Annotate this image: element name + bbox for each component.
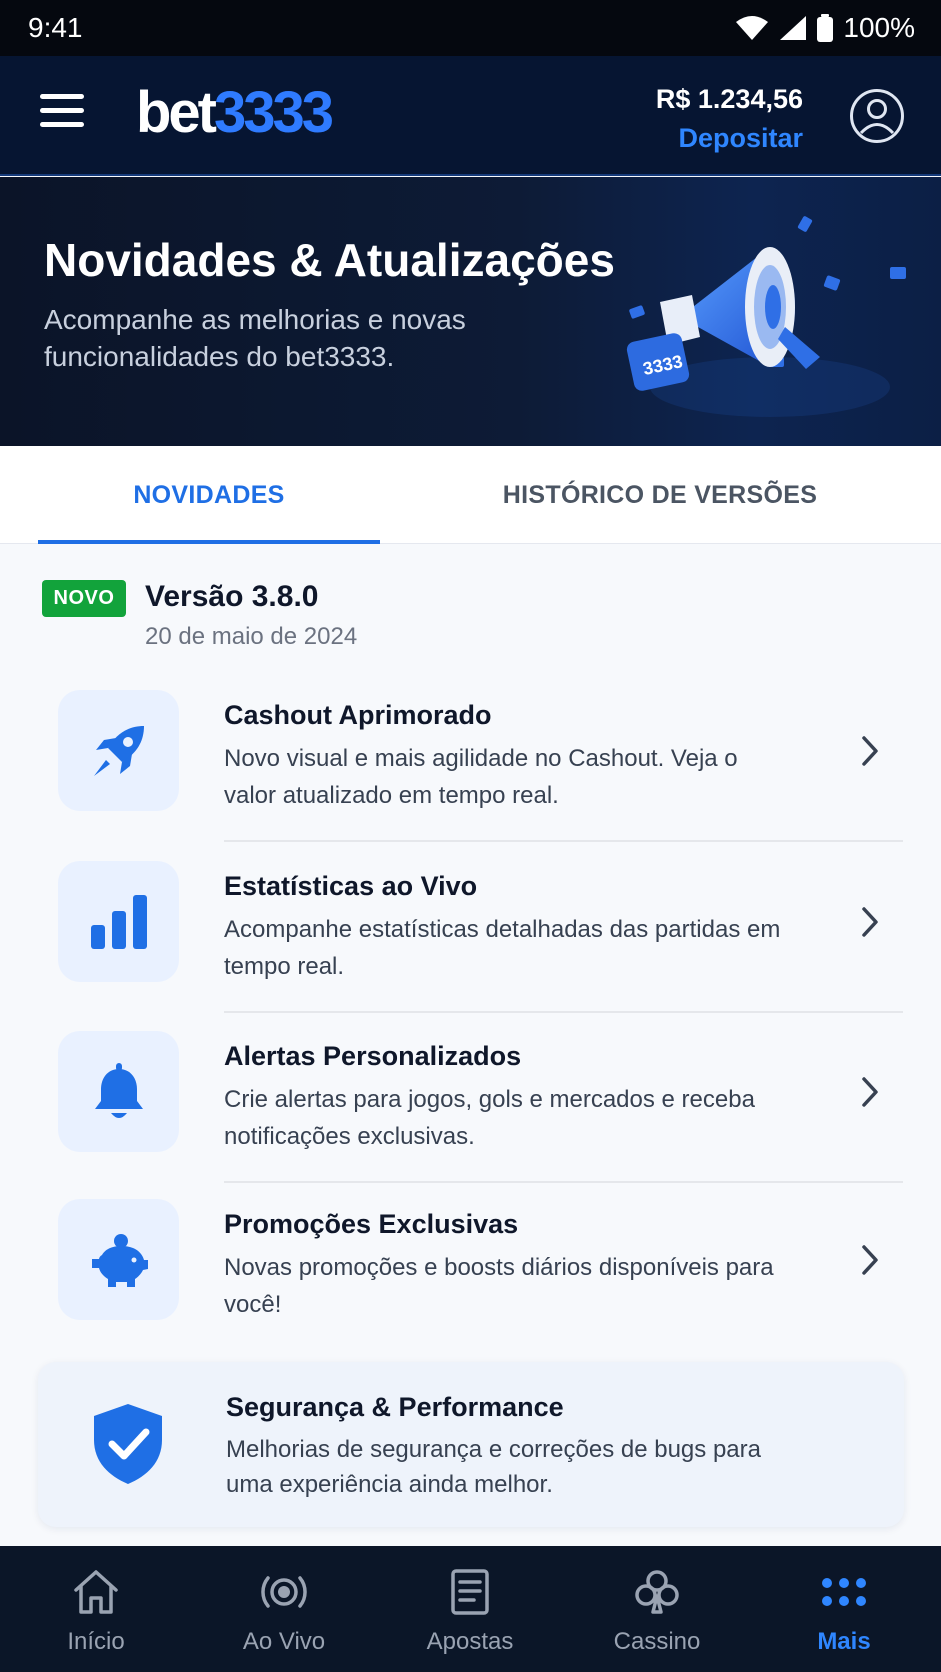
version-date: 20 de maio de 2024	[145, 623, 358, 650]
nav-label: Apostas	[426, 1628, 514, 1655]
tab-novidades[interactable]: NOVIDADES	[38, 446, 380, 544]
nav-item-apostas[interactable]: Apostas	[376, 1546, 564, 1672]
piggy-bank-icon	[91, 1233, 148, 1287]
bets-icon	[451, 1569, 489, 1615]
nav-item-mais[interactable]: Mais	[750, 1546, 938, 1672]
megaphone-illustration: 3333	[626, 216, 906, 417]
bar-chart-icon	[90, 894, 147, 949]
balance-amount: R$ 1.234,56	[655, 84, 803, 114]
divider	[224, 1011, 903, 1013]
page-title: Novidades & Atualizações	[44, 234, 615, 286]
feature-item-promocoes[interactable]: Promoções Exclusivas Novas promoções e b…	[0, 1199, 941, 1369]
nav-item-ao-vivo[interactable]: Ao Vivo	[190, 1546, 378, 1672]
security-title: Segurança & Performance	[226, 1392, 564, 1422]
feature-icon-box	[58, 690, 179, 811]
battery-level: 100%	[843, 12, 915, 43]
feature-description: Crie alertas para jogos, gols e mercados…	[224, 1086, 755, 1150]
feature-title: Alertas Personalizados	[224, 1041, 522, 1071]
chevron-right-icon	[862, 736, 878, 766]
signal-icon	[780, 16, 807, 40]
feature-description: Novo visual e mais agilidade no Cashout.…	[224, 745, 738, 809]
feature-item-cashout[interactable]: Cashout Aprimorado Novo visual e mais ag…	[0, 690, 941, 860]
status-time: 9:41	[28, 12, 83, 43]
app-header: bet3333 R$ 1.234,56 Depositar	[0, 56, 941, 176]
page-subtitle: Acompanhe as melhorias e novas funcional…	[44, 304, 466, 372]
bell-icon	[94, 1062, 143, 1118]
new-badge: NOVO	[42, 580, 126, 617]
divider	[224, 840, 903, 842]
feature-description: Novas promoções e boosts diários disponí…	[224, 1254, 774, 1318]
chevron-right-icon	[862, 1245, 878, 1275]
shield-check-icon	[94, 1404, 162, 1484]
hero-banner: Novidades & Atualizações Acompanhe as me…	[0, 177, 941, 446]
hamburger-menu-icon[interactable]	[40, 94, 84, 134]
nav-label: Ao Vivo	[242, 1628, 326, 1655]
rocket-icon	[93, 725, 144, 776]
security-description: Melhorias de segurança e correções de bu…	[226, 1436, 761, 1498]
feature-title: Estatísticas ao Vivo	[224, 871, 478, 901]
tab-historico-versoes[interactable]: HISTÓRICO DE VERSÕES	[470, 446, 850, 544]
chevron-right-icon	[862, 907, 878, 937]
feature-title: Cashout Aprimorado	[224, 700, 492, 730]
status-icons: 100%	[735, 12, 915, 44]
wifi-icon	[736, 16, 769, 40]
club-icon	[635, 1570, 679, 1614]
user-profile-icon[interactable]	[849, 88, 905, 144]
feature-description: Acompanhe estatísticas detalhadas das pa…	[224, 916, 781, 980]
chevron-right-icon	[862, 1077, 878, 1107]
tab-bar: NOVIDADES HISTÓRICO DE VERSÕES	[0, 446, 941, 544]
feature-title: Promoções Exclusivas	[224, 1209, 519, 1239]
status-bar: 9:41 100%	[0, 0, 941, 56]
nav-label: Cassino	[613, 1628, 701, 1655]
more-icon	[822, 1578, 866, 1606]
feature-icon-box	[58, 861, 179, 982]
feature-icon-box	[58, 1031, 179, 1152]
feature-item-estatisticas[interactable]: Estatísticas ao Vivo Acompanhe estatísti…	[0, 861, 941, 1031]
live-icon	[261, 1576, 307, 1608]
security-performance-card: Segurança & Performance Melhorias de seg…	[38, 1362, 904, 1527]
nav-item-cassino[interactable]: Cassino	[563, 1546, 751, 1672]
brand-logo[interactable]: bet3333	[136, 84, 334, 142]
nav-label: Início	[67, 1628, 125, 1655]
balance-area: R$ 1.234,56 Depositar	[656, 84, 803, 154]
feature-icon-box	[58, 1199, 179, 1320]
feature-item-alertas[interactable]: Alertas Personalizados Crie alertas para…	[0, 1031, 941, 1201]
version-title: Versão 3.8.0	[145, 580, 319, 613]
battery-icon	[817, 14, 834, 42]
nav-label: Mais	[817, 1628, 871, 1655]
deposit-link[interactable]: Depositar	[656, 123, 803, 154]
bottom-navigation: Início Ao Vivo Apostas Cassino Mais	[0, 1546, 941, 1672]
divider	[224, 1181, 903, 1183]
nav-item-inicio[interactable]: Início	[2, 1546, 190, 1672]
home-icon	[74, 1570, 118, 1614]
